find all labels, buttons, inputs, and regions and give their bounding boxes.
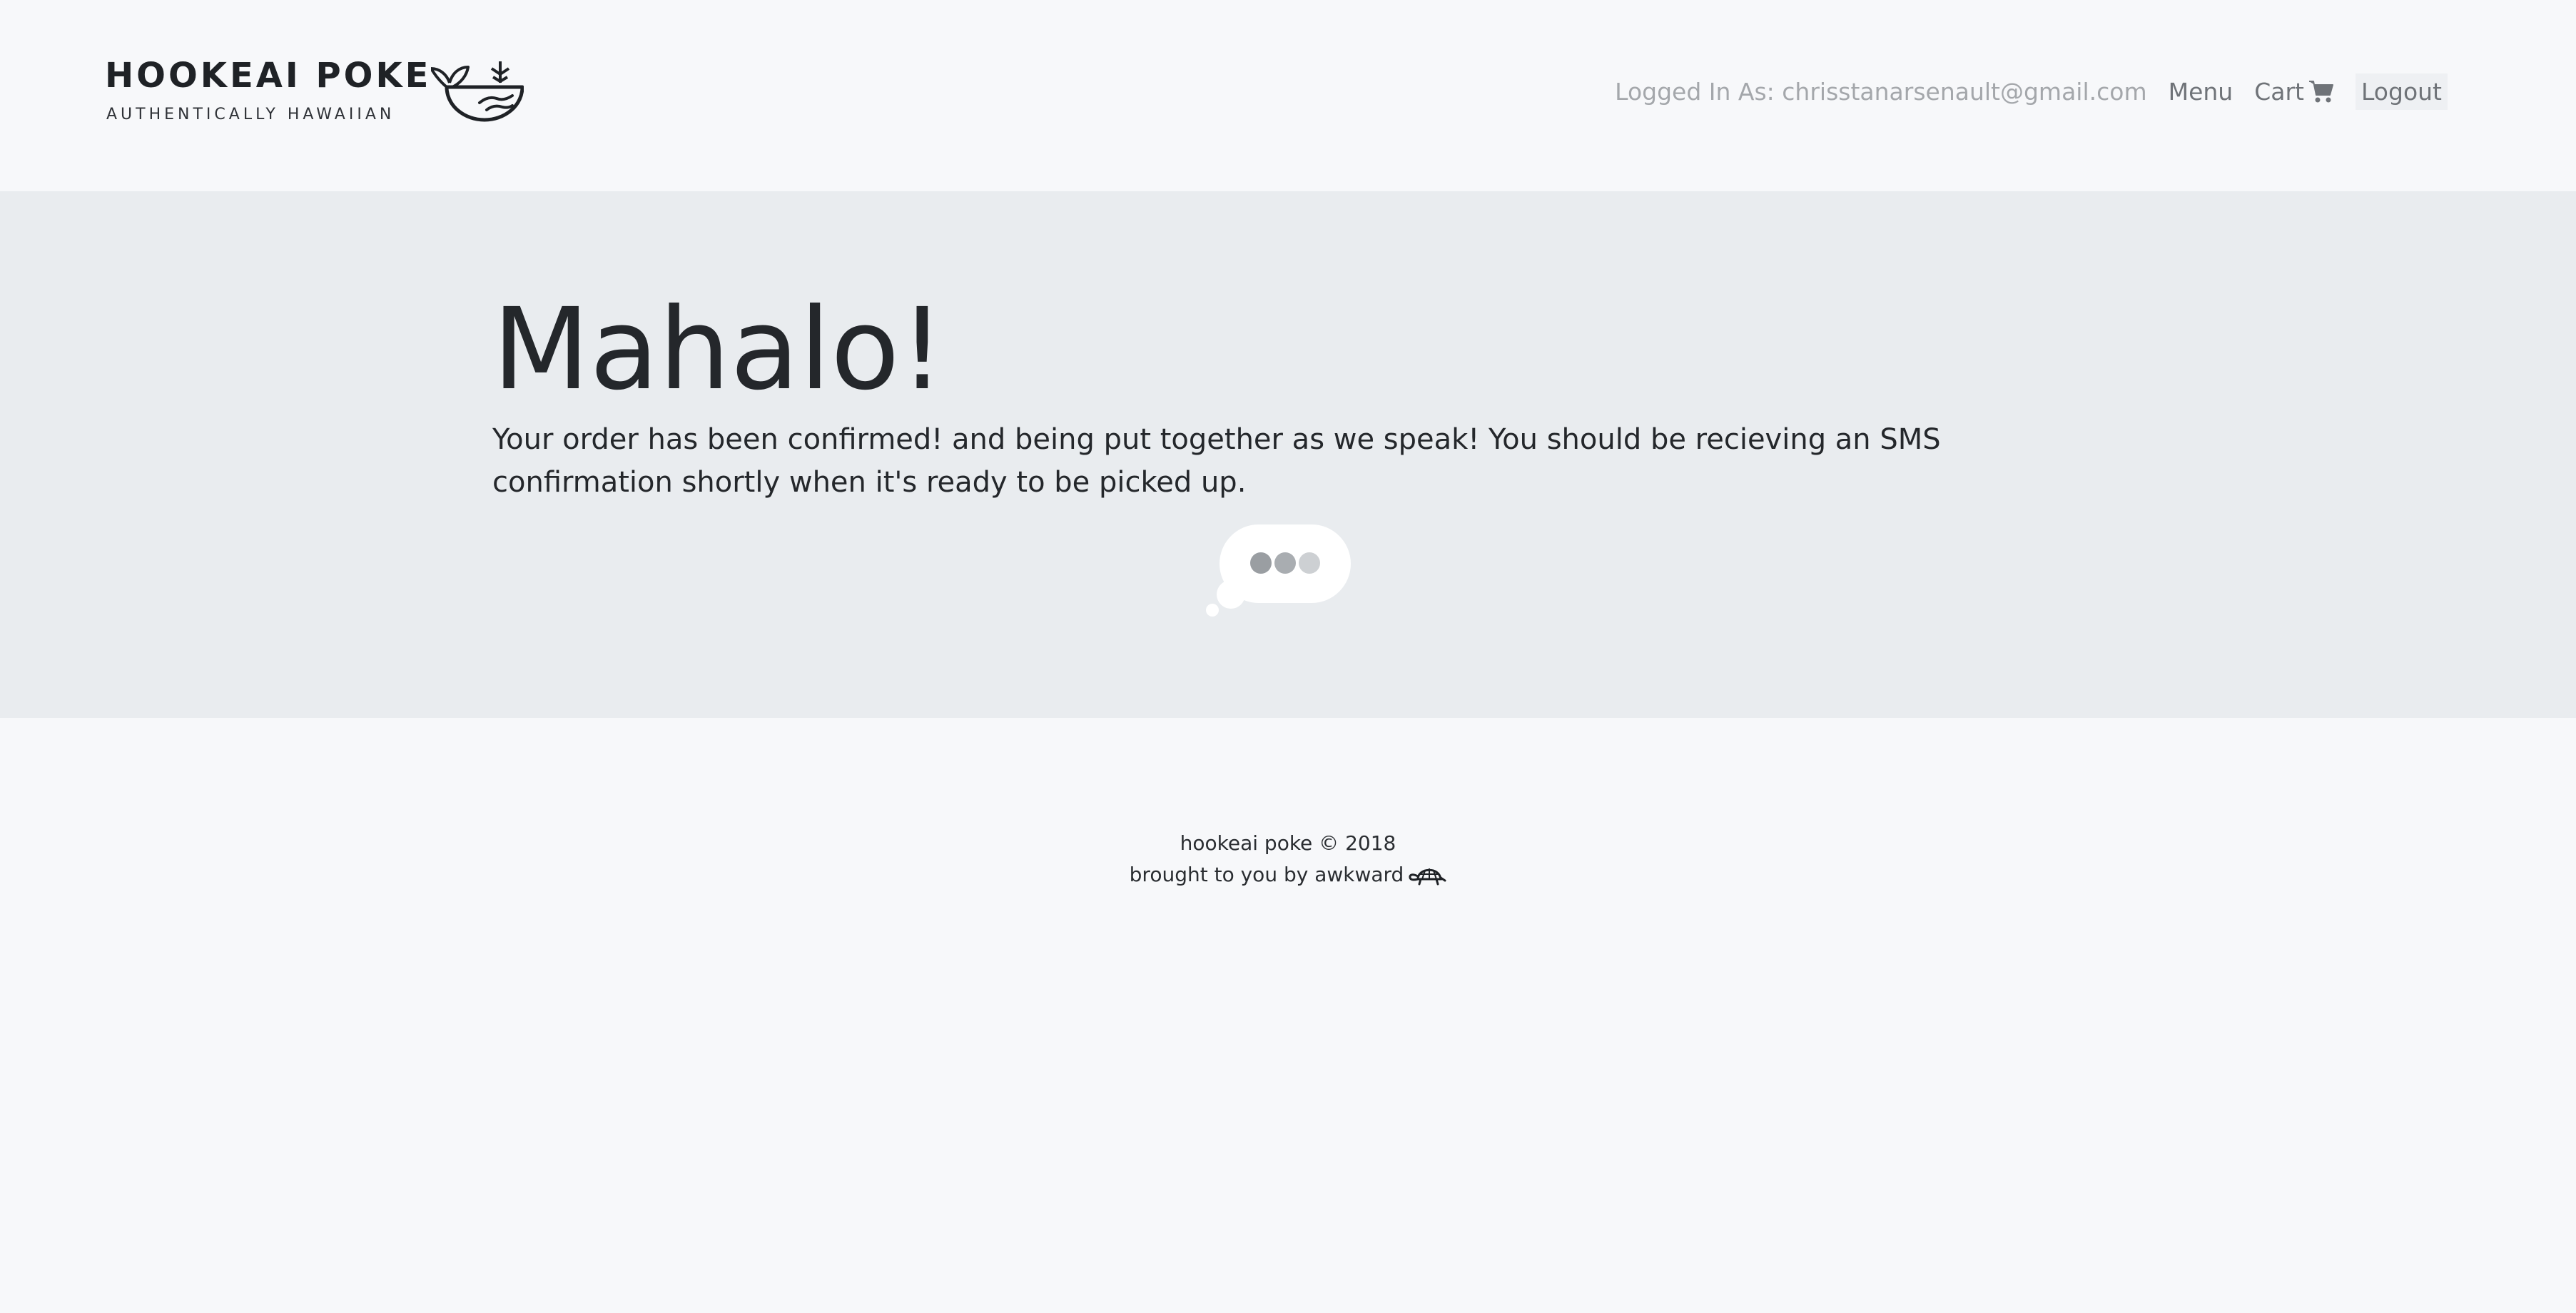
brand-title: HOOKEAI POKE	[105, 56, 432, 96]
cart-label: Cart	[2254, 77, 2304, 106]
nav-menu-link[interactable]: Menu	[2169, 78, 2233, 106]
thought-bubble-loading-icon	[1206, 524, 1351, 617]
confirmation-message: Your order has been confirmed! and being…	[492, 423, 1941, 499]
nav-cart-link[interactable]: Cart	[2254, 78, 2334, 106]
logout-button[interactable]: Logout	[2356, 73, 2448, 110]
whale-bowl-logo-icon	[431, 61, 524, 122]
main-nav: Logged In As: chrisstanarsenault@gmail.c…	[1615, 71, 2448, 111]
turtle-icon	[1409, 868, 1446, 886]
footer-credit-text: brought to you by awkward	[1129, 863, 1404, 886]
footer: hookeai poke © 2018 brought to you by aw…	[0, 828, 2576, 891]
brand-home-link[interactable]: HOOKEAI POKE AUTHENTICALLY HAWAIIAN	[105, 56, 533, 134]
footer-credit: brought to you by awkward	[1130, 859, 1447, 891]
brand-tagline: AUTHENTICALLY HAWAIIAN	[106, 106, 395, 123]
navbar: HOOKEAI POKE AUTHENTICALLY HAWAIIAN Logg…	[0, 0, 2576, 191]
footer-copyright: hookeai poke © 2018	[1180, 831, 1396, 855]
confirmation-heading: Mahalo!	[492, 284, 945, 415]
logged-in-status: Logged In As: chrisstanarsenault@gmail.c…	[1615, 77, 2147, 106]
confirmation-banner: Mahalo! Your order has been confirmed! a…	[0, 191, 2576, 718]
shopping-cart-icon	[2309, 81, 2333, 103]
